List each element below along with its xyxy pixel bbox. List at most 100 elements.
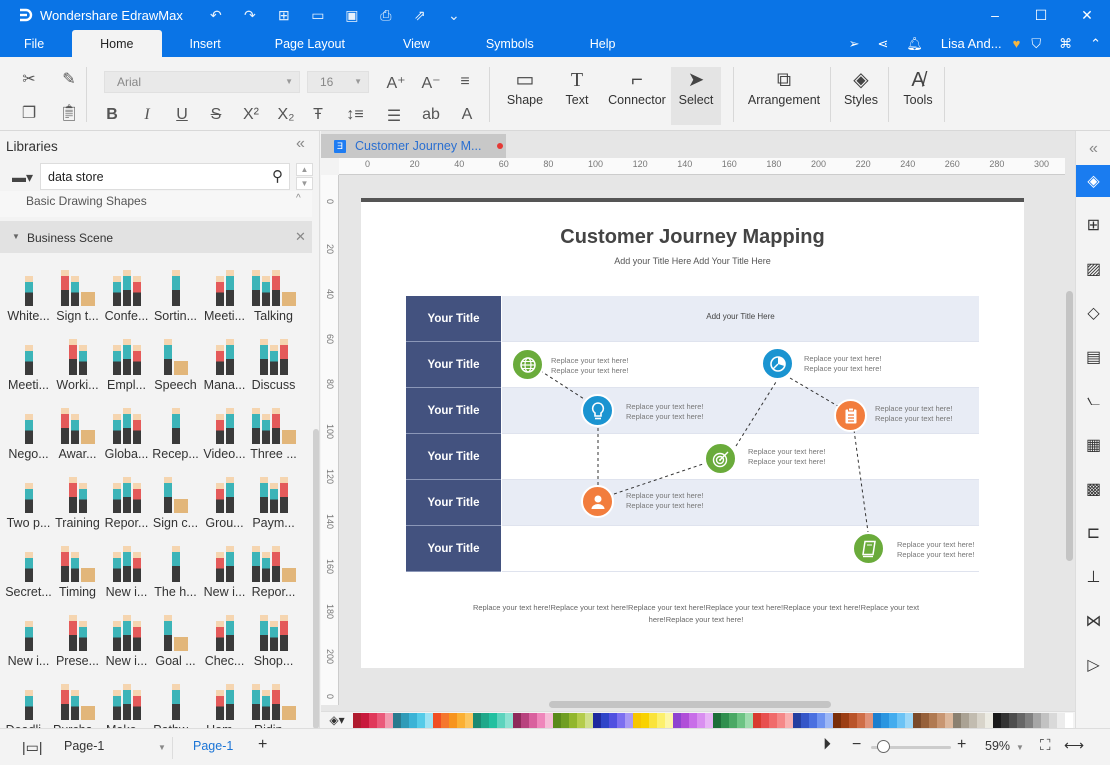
row-title[interactable]: Your Title (406, 296, 501, 342)
color-swatch[interactable] (921, 712, 929, 728)
color-swatch[interactable] (1001, 712, 1009, 728)
color-swatch[interactable] (465, 712, 473, 728)
color-swatch[interactable] (905, 712, 913, 728)
tab-help[interactable]: Help (562, 30, 644, 57)
color-swatch[interactable] (545, 712, 553, 728)
library-shape-item[interactable]: Prese... (53, 604, 102, 673)
color-swatch[interactable] (713, 712, 721, 728)
color-swatch[interactable] (577, 712, 585, 728)
paste-icon[interactable]: 📋︎ (56, 103, 82, 123)
pie-chart-icon[interactable] (761, 347, 794, 380)
node-text[interactable]: Replace your text here! Replace your text… (804, 354, 882, 374)
color-swatch[interactable] (681, 712, 689, 728)
color-swatch[interactable] (993, 712, 1001, 728)
color-swatch[interactable] (977, 712, 985, 728)
bold-icon[interactable]: B (99, 106, 125, 124)
library-shape-item[interactable]: Repor... (249, 535, 298, 604)
library-shape-item[interactable]: Confe... (102, 259, 151, 328)
redo-icon[interactable]: ↷ (233, 7, 267, 24)
arrangement-tool[interactable]: ⧉ Arrangement (745, 67, 823, 125)
color-swatch[interactable] (889, 712, 897, 728)
color-swatch[interactable] (865, 712, 873, 728)
clipboard-icon[interactable] (834, 399, 867, 432)
send-icon[interactable]: ➢ (840, 36, 869, 52)
page-icon[interactable]: ▤ (1076, 341, 1110, 373)
row-title[interactable]: Your Title (406, 526, 501, 572)
tab-home[interactable]: Home (72, 30, 162, 57)
node-text[interactable]: Replace your text here! Replace your text… (626, 402, 704, 422)
color-swatch[interactable] (841, 712, 849, 728)
color-swatch[interactable] (593, 712, 601, 728)
tshirt-icon[interactable]: ⛉ (1022, 36, 1050, 52)
zoom-caret-icon[interactable]: ▼ (1016, 743, 1024, 752)
page-select-caret-icon[interactable]: ▼ (158, 743, 166, 752)
color-swatch[interactable] (897, 712, 905, 728)
collapse-icon[interactable]: « (1076, 133, 1110, 165)
library-shape-item[interactable]: Grou... (200, 466, 249, 535)
color-swatch[interactable] (473, 712, 481, 728)
zoom-level[interactable]: 59% (985, 739, 1010, 753)
library-shape-item[interactable]: Make... (102, 673, 151, 729)
color-swatch[interactable] (441, 712, 449, 728)
header-row-text[interactable]: Add your Title Here (502, 312, 979, 321)
color-swatch[interactable] (457, 712, 465, 728)
color-swatch[interactable] (377, 712, 385, 728)
layers-icon[interactable]: ◇ (1076, 297, 1110, 329)
select-tool[interactable]: ➤ Select (671, 67, 721, 125)
color-swatch[interactable] (521, 712, 529, 728)
library-shape-item[interactable]: Three ... (249, 397, 298, 466)
undo-icon[interactable]: ↶ (199, 7, 233, 24)
library-shape-item[interactable]: Empl... (102, 328, 151, 397)
color-swatch[interactable] (785, 712, 793, 728)
library-shape-item[interactable]: Meeti... (200, 259, 249, 328)
row-title[interactable]: Your Title (406, 342, 501, 388)
tab-view[interactable]: View (375, 30, 458, 57)
color-swatch[interactable] (449, 712, 457, 728)
color-swatch[interactable] (369, 712, 377, 728)
library-shape-item[interactable]: Repor... (102, 466, 151, 535)
color-swatch[interactable] (777, 712, 785, 728)
diagram-footnote[interactable]: Replace your text here!Replace your text… (461, 602, 931, 626)
search-next-button[interactable]: ▼ (296, 177, 313, 190)
library-shape-item[interactable]: Training (53, 466, 102, 535)
maximize-button[interactable]: ☐ (1018, 0, 1064, 30)
color-swatch[interactable] (817, 712, 825, 728)
fit-width-icon[interactable]: ⟷ (1064, 737, 1084, 754)
library-shape-item[interactable]: New i... (4, 604, 53, 673)
library-shape-item[interactable]: White... (4, 259, 53, 328)
library-shape-item[interactable]: Purcha... (53, 673, 103, 729)
print-icon[interactable]: ⎙ (369, 7, 403, 24)
color-swatch[interactable] (689, 712, 697, 728)
node-text[interactable]: Replace your text here! Replace your text… (875, 404, 953, 424)
color-swatch[interactable] (609, 712, 617, 728)
apps-icon[interactable]: ⌘ (1050, 36, 1081, 52)
color-swatch[interactable] (913, 712, 921, 728)
color-swatch[interactable] (833, 712, 841, 728)
customize-icon[interactable]: ⌄ (437, 7, 471, 24)
zoom-in-icon[interactable]: + (957, 736, 966, 754)
color-swatch[interactable] (649, 712, 657, 728)
color-swatch[interactable] (1049, 712, 1057, 728)
library-shape-item[interactable]: Timing (53, 535, 102, 604)
library-shape-item[interactable]: New i... (102, 604, 151, 673)
color-swatch[interactable] (665, 712, 673, 728)
row-title[interactable]: Your Title (406, 434, 501, 480)
library-shape-item[interactable]: Awar... (53, 397, 102, 466)
color-swatch[interactable] (481, 712, 489, 728)
library-shape-item[interactable]: Globa... (102, 397, 151, 466)
minimize-button[interactable]: – (972, 0, 1018, 30)
color-swatch[interactable] (425, 712, 433, 728)
collapse-ribbon-icon[interactable]: ⌃ (1081, 36, 1110, 52)
color-swatch[interactable] (393, 712, 401, 728)
globe-icon[interactable] (511, 348, 544, 381)
library-scrollbar[interactable] (313, 429, 319, 729)
node-text[interactable]: Replace your text here! Replace your text… (626, 491, 704, 511)
color-swatch[interactable] (945, 712, 953, 728)
color-swatch[interactable] (641, 712, 649, 728)
color-swatch[interactable] (769, 712, 777, 728)
page-layout-icon[interactable]: |▭| (22, 739, 43, 756)
fill-color-icon[interactable]: ◈▾ (321, 713, 353, 727)
increase-font-icon[interactable]: A⁺ (383, 73, 409, 93)
play-icon[interactable]: ⏵ (823, 736, 831, 754)
color-swatch[interactable] (809, 712, 817, 728)
